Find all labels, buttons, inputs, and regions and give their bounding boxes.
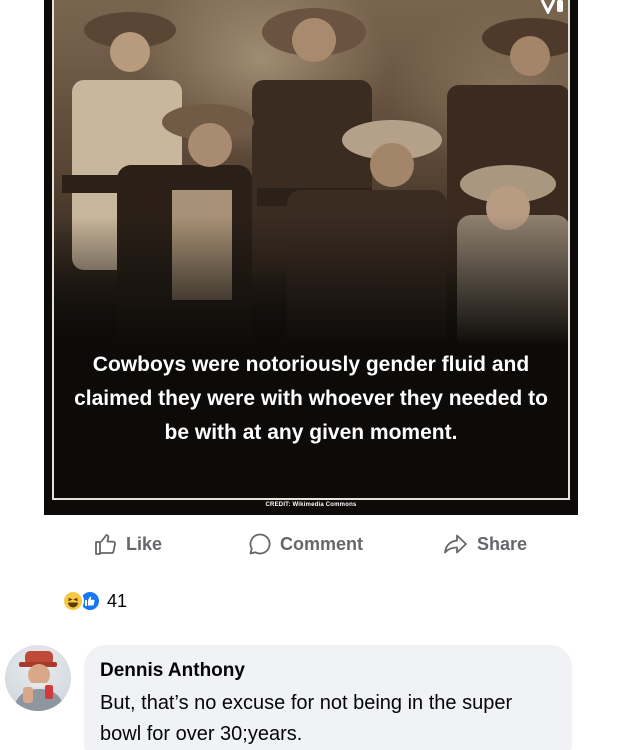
comment-text: But, that’s no excuse for not being in t… bbox=[100, 692, 513, 745]
commenter-avatar[interactable] bbox=[5, 645, 71, 711]
facebook-post-view: Cowboys were notoriously gender fluid an… bbox=[0, 0, 620, 750]
like-label: Like bbox=[126, 533, 163, 554]
comment-label: Comment bbox=[280, 533, 364, 554]
media-badge-icon bbox=[540, 0, 563, 14]
like-button[interactable]: Like bbox=[94, 525, 162, 563]
post-image[interactable]: Cowboys were notoriously gender fluid an… bbox=[44, 0, 578, 515]
comment-author[interactable]: Dennis Anthony bbox=[100, 659, 556, 683]
share-label: Share bbox=[477, 533, 528, 554]
comment-button[interactable]: Comment bbox=[248, 525, 363, 563]
thumbs-up-icon bbox=[95, 534, 116, 555]
comment-bubble-icon bbox=[249, 533, 271, 555]
share-button[interactable]: Share bbox=[443, 525, 527, 563]
post-action-bar: Like Comment Share bbox=[0, 525, 620, 563]
haha-reaction-icon bbox=[62, 590, 84, 612]
share-arrow-icon bbox=[444, 534, 467, 554]
image-caption: Cowboys were notoriously gender fluid an… bbox=[74, 353, 548, 444]
reaction-count: 41 bbox=[107, 590, 128, 611]
image-credit: CREDIT: Wikimedia Commons bbox=[265, 502, 357, 508]
reactions-summary[interactable]: 41 bbox=[62, 589, 127, 613]
comment-bubble: Dennis Anthony But, that’s no excuse for… bbox=[84, 645, 572, 750]
